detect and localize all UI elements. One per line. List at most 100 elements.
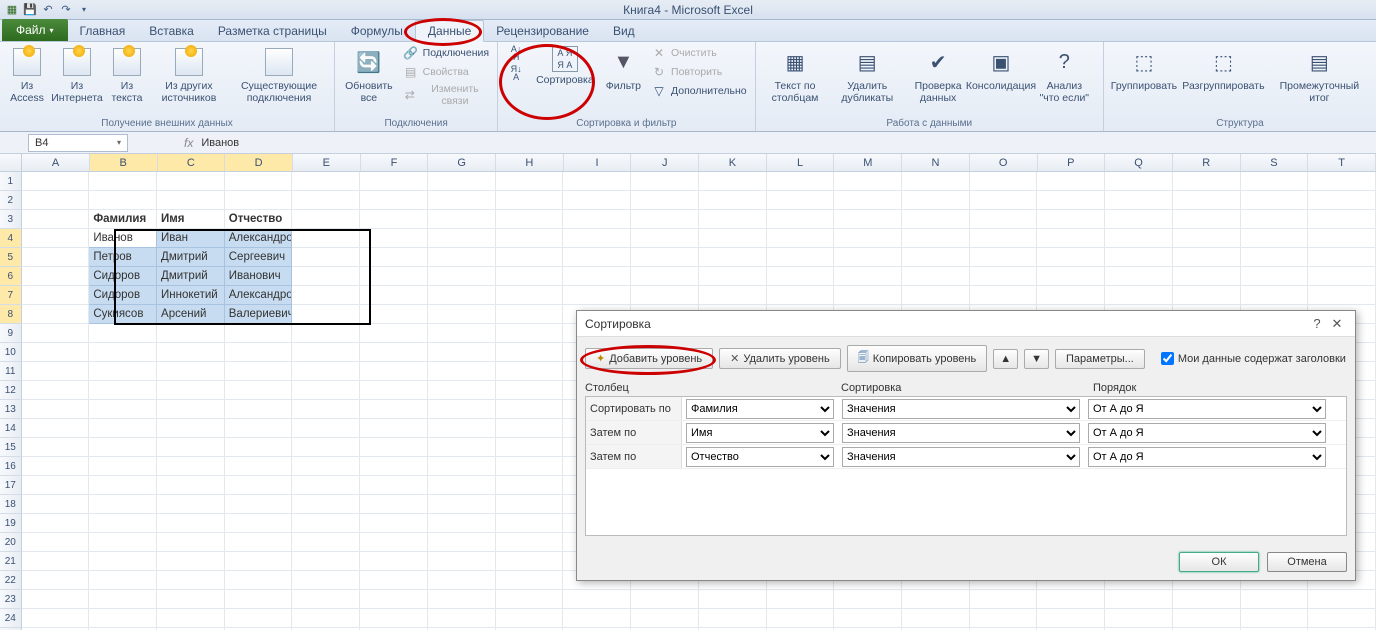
cell[interactable] — [631, 286, 699, 305]
cell[interactable] — [1037, 191, 1105, 210]
cell[interactable] — [767, 229, 835, 248]
cell[interactable] — [428, 210, 496, 229]
cell[interactable] — [22, 552, 90, 571]
cell[interactable] — [360, 609, 428, 628]
row-number[interactable]: 14 — [0, 419, 22, 438]
cell[interactable] — [1037, 229, 1105, 248]
cell[interactable] — [428, 286, 496, 305]
column-header-M[interactable]: M — [834, 154, 902, 171]
column-header-O[interactable]: O — [970, 154, 1038, 171]
cell[interactable] — [1173, 286, 1241, 305]
row-number[interactable]: 24 — [0, 609, 22, 628]
cell[interactable] — [225, 381, 293, 400]
cell[interactable] — [292, 362, 360, 381]
cell[interactable] — [970, 172, 1038, 191]
cell[interactable] — [496, 362, 564, 381]
cell[interactable] — [699, 172, 767, 191]
cell[interactable] — [360, 210, 428, 229]
subtotal-button[interactable]: ▤Промежуточный итог — [1269, 44, 1370, 106]
cell[interactable] — [22, 400, 90, 419]
cell[interactable] — [834, 191, 902, 210]
cell[interactable] — [360, 172, 428, 191]
cell[interactable] — [292, 267, 360, 286]
cell[interactable] — [902, 191, 970, 210]
cell[interactable]: Иннокетий — [157, 286, 225, 305]
edit-links-button[interactable]: ⇄Изменить связи — [401, 82, 491, 108]
cell[interactable] — [292, 210, 360, 229]
cell[interactable] — [970, 248, 1038, 267]
filter-button[interactable]: ▼Фильтр — [602, 44, 645, 94]
column-header-A[interactable]: A — [22, 154, 90, 171]
row-number[interactable]: 23 — [0, 590, 22, 609]
column-header-D[interactable]: D — [225, 154, 293, 171]
cell[interactable] — [22, 229, 90, 248]
cell[interactable] — [1105, 172, 1173, 191]
cell[interactable]: Сергеевич — [225, 248, 293, 267]
cell[interactable] — [631, 609, 699, 628]
cell[interactable] — [292, 438, 360, 457]
cell[interactable] — [157, 514, 225, 533]
cell[interactable] — [225, 191, 293, 210]
cell[interactable] — [292, 419, 360, 438]
cell[interactable] — [1105, 609, 1173, 628]
properties-button[interactable]: ▤Свойства — [401, 63, 491, 81]
cell[interactable] — [970, 286, 1038, 305]
cell[interactable] — [1105, 590, 1173, 609]
cell[interactable] — [496, 495, 564, 514]
cell[interactable] — [902, 172, 970, 191]
sort-za-button[interactable]: Я↓А — [504, 64, 528, 82]
cell[interactable] — [631, 590, 699, 609]
move-down-button[interactable]: ▼ — [1024, 349, 1049, 369]
from-access-button[interactable]: Из Access — [6, 44, 48, 106]
cell[interactable] — [157, 419, 225, 438]
cell[interactable] — [496, 400, 564, 419]
cell[interactable] — [902, 286, 970, 305]
sort-column-select[interactable]: Отчество — [686, 447, 834, 467]
cell[interactable] — [631, 229, 699, 248]
cell[interactable] — [767, 267, 835, 286]
cell[interactable] — [1241, 609, 1309, 628]
cell[interactable] — [22, 457, 90, 476]
cell[interactable] — [834, 210, 902, 229]
cell[interactable] — [89, 533, 157, 552]
undo-icon[interactable]: ↶ — [40, 2, 56, 18]
cell[interactable] — [22, 286, 90, 305]
cell[interactable] — [225, 172, 293, 191]
cell[interactable] — [970, 191, 1038, 210]
cell[interactable] — [22, 210, 90, 229]
cell[interactable] — [428, 267, 496, 286]
column-header-L[interactable]: L — [767, 154, 835, 171]
cell[interactable] — [496, 476, 564, 495]
cell[interactable] — [225, 533, 293, 552]
cell[interactable] — [1173, 590, 1241, 609]
cell[interactable] — [360, 419, 428, 438]
cell[interactable] — [834, 267, 902, 286]
cell[interactable]: Отчество — [225, 210, 293, 229]
cell[interactable]: Иванович — [225, 267, 293, 286]
row-number[interactable]: 17 — [0, 476, 22, 495]
cell[interactable] — [22, 381, 90, 400]
connections-button[interactable]: 🔗Подключения — [401, 44, 491, 62]
cell[interactable]: Дмитрий — [157, 248, 225, 267]
cell[interactable] — [22, 267, 90, 286]
cell[interactable] — [496, 590, 564, 609]
cell[interactable] — [496, 229, 564, 248]
cell[interactable] — [89, 552, 157, 571]
cell[interactable] — [496, 286, 564, 305]
cell[interactable] — [89, 362, 157, 381]
cell[interactable] — [496, 552, 564, 571]
cell[interactable] — [496, 533, 564, 552]
formula-value[interactable]: Иванов — [201, 137, 239, 149]
cell[interactable] — [292, 305, 360, 324]
cell[interactable] — [1241, 210, 1309, 229]
cell[interactable] — [1308, 229, 1376, 248]
cell[interactable] — [360, 438, 428, 457]
cell[interactable] — [22, 438, 90, 457]
cell[interactable] — [225, 571, 293, 590]
dialog-help-button[interactable]: ? — [1307, 316, 1327, 331]
cell[interactable]: Арсений — [157, 305, 225, 324]
cell[interactable] — [1241, 590, 1309, 609]
cell[interactable] — [292, 381, 360, 400]
cell[interactable]: Фамилия — [89, 210, 157, 229]
cell[interactable] — [22, 495, 90, 514]
